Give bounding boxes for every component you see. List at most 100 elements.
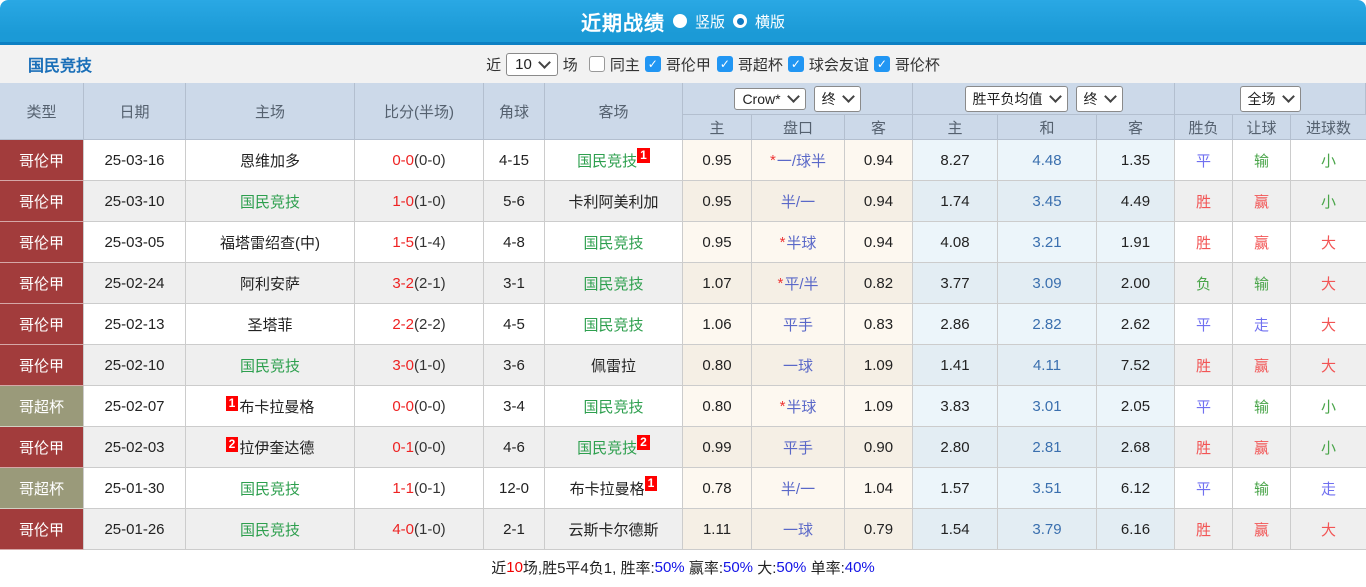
away-team: 国民竞技: [545, 304, 683, 345]
handicap-text: 半球: [786, 398, 817, 416]
odds-away: 0.79: [845, 509, 913, 550]
summary-segment: 10: [506, 558, 523, 576]
avg-draw-odds: 3.21: [998, 222, 1097, 263]
league-type-label: 哥伦甲: [18, 316, 64, 334]
league-type-label: 哥伦甲: [18, 275, 64, 293]
result-wdl: 胜: [1175, 345, 1233, 386]
result-scope-select[interactable]: 全场: [1239, 85, 1301, 112]
result-handicap-value: 输: [1253, 275, 1269, 293]
league-type-badge: 哥伦甲: [0, 509, 84, 550]
result-wdl: 胜: [1175, 427, 1233, 468]
avg-draw-odds: 3.01: [998, 386, 1097, 427]
odds-away: 0.83: [845, 304, 913, 345]
league-type-label: 哥伦甲: [18, 439, 64, 457]
result-wdl: 胜: [1175, 181, 1233, 222]
subcol-odds-away: 客: [845, 115, 913, 140]
match-date: 25-01-30: [84, 468, 186, 509]
corner-score: 2-1: [484, 509, 545, 550]
result-handicap-value: 输: [1253, 480, 1269, 498]
match-score: 4-0 (1-0): [355, 509, 484, 550]
bookmaker-select[interactable]: Crow*: [734, 87, 806, 110]
team-rank-badge: 2: [637, 434, 650, 450]
league-checkbox-3[interactable]: [787, 56, 804, 72]
avg-away-odds: 6.12: [1097, 468, 1175, 509]
table-header: 类型 日期 主场 比分(半场) 角球 客场 Crow* 终 胜平负均值 终 全场…: [0, 83, 1366, 140]
match-score: 2-2 (2-2): [355, 304, 484, 345]
near-label: 近: [486, 56, 502, 74]
recent-count-select[interactable]: 10: [506, 52, 558, 76]
result-handicap-value: 赢: [1253, 357, 1269, 375]
filter-bar: 国民竞技 近 10 场 同主 哥伦甲 哥超杯 球会友谊 哥伦杯: [0, 45, 1366, 83]
corner-score: 3-4: [484, 386, 545, 427]
col-header-corner: 角球: [484, 83, 545, 140]
away-team-name: 布卡拉曼格: [569, 480, 645, 498]
league-checkbox-4[interactable]: [873, 56, 890, 72]
result-handicap-value: 输: [1253, 152, 1269, 170]
home-team: 国民竞技: [186, 181, 355, 222]
halftime-score: (2-1): [414, 274, 446, 292]
result-wdl-value: 平: [1195, 398, 1211, 416]
same-home-checkbox[interactable]: [588, 56, 605, 72]
odds-away: 0.82: [845, 263, 913, 304]
avg-home-odds: 8.27: [913, 140, 998, 181]
handicap-text: 半球: [786, 234, 817, 252]
avg-draw-value: 3.79: [1032, 520, 1062, 538]
odds-home: 0.95: [683, 181, 752, 222]
fulltime-score: 2-2: [392, 315, 414, 333]
odds-time-select[interactable]: 终: [813, 85, 861, 112]
result-wdl-value: 胜: [1195, 439, 1211, 457]
result-wdl-value: 胜: [1195, 357, 1211, 375]
handicap-line: * 一/球半: [752, 140, 845, 181]
result-goals-value: 大: [1320, 275, 1336, 293]
halftime-score: (1-0): [414, 520, 446, 538]
avg-draw-value: 3.09: [1032, 274, 1062, 292]
avg-home-odds: 3.77: [913, 263, 998, 304]
layout-radio-horizontal[interactable]: [733, 14, 747, 28]
summary-segment: 50%: [723, 558, 754, 576]
summary-segment: 50%: [776, 558, 807, 576]
corner-score: 3-1: [484, 263, 545, 304]
away-team-name: 卡利阿美利加: [568, 193, 659, 211]
handicap-text: 半/一: [780, 480, 816, 498]
home-team-name: 国民竞技: [239, 193, 300, 211]
home-team-name: 圣塔菲: [247, 316, 293, 334]
home-team: 圣塔菲: [186, 304, 355, 345]
result-scope-select-value: 全场: [1247, 90, 1276, 107]
handicap-line: 半/一: [752, 181, 845, 222]
away-team-name: 佩雷拉: [590, 357, 636, 375]
avg-away-odds: 2.68: [1097, 427, 1175, 468]
result-goals: 小: [1291, 386, 1366, 427]
away-team: 国民竞技: [545, 222, 683, 263]
halftime-score: (0-0): [414, 151, 446, 169]
league-type-badge: 哥超杯: [0, 468, 84, 509]
handicap-text: 一球: [782, 357, 813, 375]
result-handicap: 输: [1233, 140, 1291, 181]
avg-time-select[interactable]: 终: [1075, 85, 1123, 112]
avg-draw-value: 4.11: [1032, 356, 1062, 374]
result-handicap-value: 赢: [1253, 439, 1269, 457]
home-team-name: 国民竞技: [239, 480, 300, 498]
layout-radio-vertical[interactable]: [672, 14, 687, 28]
league-type-badge: 哥超杯: [0, 386, 84, 427]
result-wdl-value: 胜: [1195, 234, 1211, 252]
subcol-result-wdl: 胜负: [1175, 115, 1233, 140]
result-group-header: 全场: [1175, 83, 1366, 115]
league-checkbox-2[interactable]: [716, 56, 733, 72]
fulltime-score: 1-5: [392, 233, 414, 251]
odds-home: 1.07: [683, 263, 752, 304]
home-team: 国民竞技: [186, 468, 355, 509]
handicap-line: * 平/半: [752, 263, 845, 304]
avg-metric-select[interactable]: 胜平负均值: [964, 85, 1068, 112]
layout-radio-horizontal-label[interactable]: 横版: [755, 11, 785, 32]
col-header-date: 日期: [84, 83, 186, 140]
col-header-away: 客场: [545, 83, 683, 140]
league-type-label: 哥超杯: [18, 398, 64, 416]
avg-draw-value: 2.82: [1032, 315, 1062, 333]
title-bar: 近期战绩 竖版 横版: [0, 0, 1366, 45]
odds-group-header: Crow* 终: [683, 83, 913, 115]
match-score: 0-0 (0-0): [355, 140, 484, 181]
league-type-label: 哥伦甲: [18, 521, 64, 539]
match-score: 3-2 (2-1): [355, 263, 484, 304]
league-checkbox-1[interactable]: [644, 56, 661, 72]
layout-radio-vertical-label[interactable]: 竖版: [695, 11, 725, 32]
